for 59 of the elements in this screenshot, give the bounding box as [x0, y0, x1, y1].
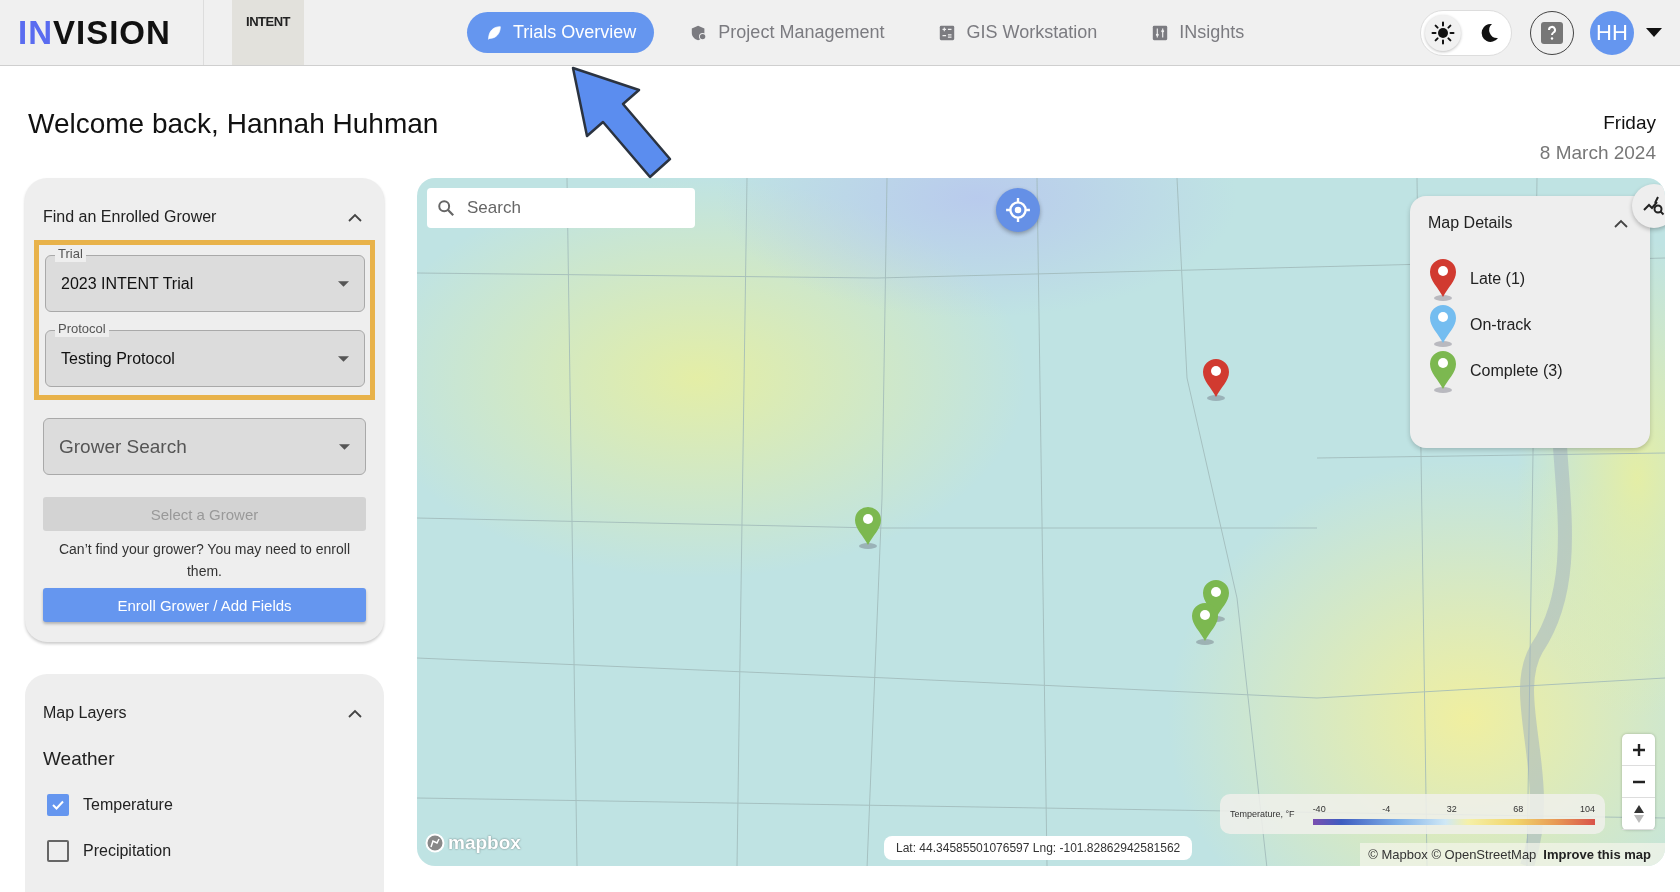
chart-search-icon — [1642, 194, 1665, 218]
invision-logo[interactable]: INVISION — [0, 0, 204, 65]
leaf-icon — [485, 23, 503, 42]
theme-toggle[interactable] — [1420, 9, 1512, 56]
section-heading: Weather — [43, 748, 116, 770]
compass-icon — [1632, 804, 1645, 823]
plus-icon — [1631, 742, 1646, 757]
nav-tab[interactable]: Project Management — [672, 12, 903, 53]
caret-icon — [338, 280, 349, 287]
help-icon — [1541, 21, 1563, 44]
search-icon — [437, 199, 455, 217]
nav-tab[interactable]: INsights — [1133, 12, 1263, 53]
panel-title: Map Layers — [43, 704, 127, 722]
nav-tab[interactable]: GIS Workstation — [920, 12, 1116, 53]
shield-icon — [690, 23, 709, 42]
checkbox[interactable] — [47, 794, 69, 816]
map-pin-icon[interactable] — [1201, 357, 1231, 401]
checkmark-icon — [51, 798, 65, 812]
legend-label: Complete (3) — [1470, 362, 1563, 380]
legend-title: Temperature, °F — [1230, 809, 1295, 819]
nav-tab[interactable]: Trials Overview — [467, 12, 655, 53]
field-label: Protocol — [55, 321, 109, 337]
calculator-icon — [938, 23, 957, 42]
chevron-up-icon[interactable] — [348, 708, 362, 718]
crosshair-icon — [1005, 197, 1031, 223]
tick-label: 104 — [1579, 803, 1595, 814]
checkbox[interactable] — [47, 840, 69, 862]
layer-label: Precipitation — [83, 842, 172, 860]
improve-map-link[interactable]: Improve this map — [1543, 847, 1651, 862]
chevron-up-icon[interactable] — [1614, 218, 1628, 228]
grower-search-field[interactable]: Grower Search — [43, 418, 366, 475]
user-avatar[interactable]: HH — [1590, 10, 1634, 55]
tick-label: 32 — [1446, 803, 1457, 814]
caret-icon — [338, 355, 349, 362]
tick-label: -4 — [1382, 803, 1391, 814]
chevron-up-icon[interactable] — [348, 212, 362, 222]
tick-label: -40 — [1312, 803, 1326, 814]
tick-label: 68 — [1513, 803, 1524, 814]
caret-icon[interactable] — [1646, 27, 1662, 38]
field-label: Trial — [55, 246, 86, 262]
weekday-text: Friday — [1602, 112, 1656, 134]
map-view[interactable]: Search Map Details Late (1) On-track Complete (3) Temperature, °F -40 -4 32 68 104 mapbox Lat: 44.34585501076597 Lng: -101.82862942581562 © Mapbox © OpenStreetMap Improve this map — [417, 178, 1665, 866]
enroll-grower-button[interactable]: Enroll Grower / Add Fields — [43, 588, 366, 622]
panel-title: Map Details — [1428, 214, 1513, 232]
sliders-icon — [1151, 23, 1170, 42]
legend-label: On-track — [1470, 316, 1532, 334]
map-search-field[interactable]: Search — [427, 188, 695, 228]
intent-logo: INTENT — [232, 0, 304, 65]
mapbox-mark-icon — [425, 833, 445, 853]
caret-icon — [339, 444, 350, 450]
panel-title: Find an Enrolled Grower — [43, 208, 217, 226]
hint-text: Can’t find your grower? You may need to enroll them. — [57, 540, 352, 581]
welcome-heading: Welcome back, Hannah Huhman — [28, 108, 439, 141]
date-text: 8 March 2024 — [1539, 142, 1656, 164]
legend-label: Late (1) — [1470, 270, 1526, 288]
sun-icon[interactable] — [1425, 14, 1461, 51]
layer-label: Temperature — [83, 796, 173, 814]
attribution-text: © Mapbox © OpenStreetMap — [1368, 847, 1537, 862]
coordinates-readout: Lat: 44.34585501076597 Lng: -101.82862942581562 — [884, 836, 1193, 860]
